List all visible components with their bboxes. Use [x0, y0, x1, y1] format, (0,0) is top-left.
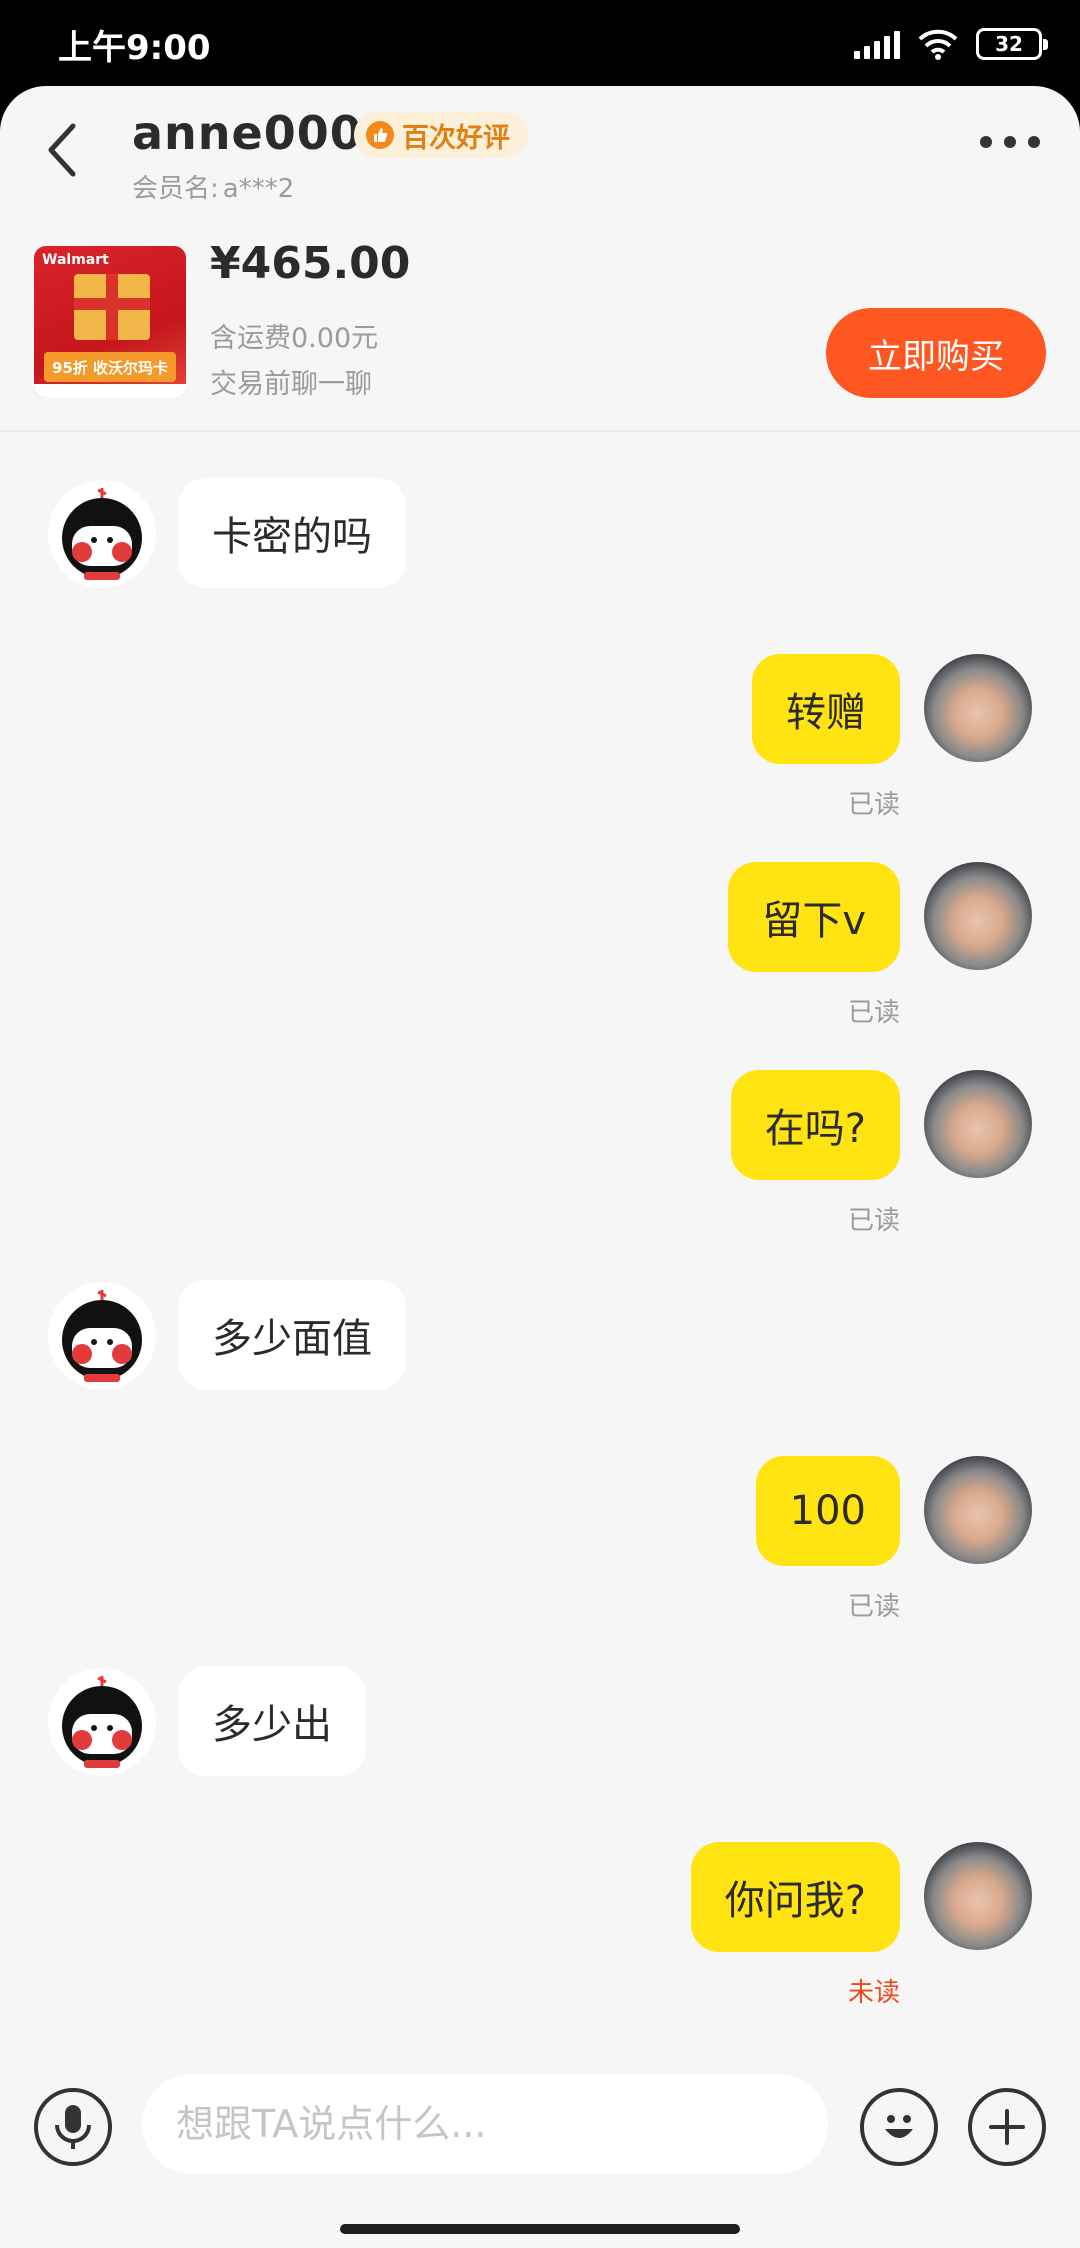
input-bar — [0, 2068, 1080, 2188]
message-list: 卡密的吗 转赠 已读 留下v 已读 在吗? 已读 多少面值 100 已读 多少出… — [0, 0, 1080, 2248]
message-bubble[interactable]: 你问我? — [690, 1842, 900, 1952]
message-bubble[interactable]: 多少出 — [178, 1666, 366, 1776]
emoji-button[interactable] — [860, 2088, 938, 2166]
home-indicator[interactable] — [340, 2224, 740, 2234]
my-avatar[interactable] — [924, 1456, 1032, 1564]
message-bubble[interactable]: 100 — [755, 1456, 900, 1566]
read-status: 已读 — [847, 998, 900, 1028]
smile-icon — [885, 2115, 913, 2138]
message-bubble[interactable]: 多少面值 — [178, 1280, 406, 1390]
read-status: 已读 — [847, 790, 900, 820]
my-avatar[interactable] — [924, 1070, 1032, 1178]
seller-avatar[interactable] — [48, 1668, 156, 1776]
read-status: 已读 — [847, 1206, 900, 1236]
microphone-icon — [55, 2105, 91, 2149]
plus-icon — [989, 2109, 1025, 2145]
seller-avatar[interactable] — [48, 1282, 156, 1390]
message-bubble[interactable]: 在吗? — [730, 1070, 900, 1180]
message-bubble[interactable]: 留下v — [728, 862, 900, 972]
message-bubble[interactable]: 转赠 — [752, 654, 900, 764]
message-bubble[interactable]: 卡密的吗 — [178, 478, 406, 588]
unread-status: 未读 — [847, 1978, 900, 2008]
voice-button[interactable] — [34, 2088, 112, 2166]
seller-avatar[interactable] — [48, 480, 156, 588]
my-avatar[interactable] — [924, 1842, 1032, 1950]
read-status: 已读 — [847, 1592, 900, 1622]
my-avatar[interactable] — [924, 654, 1032, 762]
my-avatar[interactable] — [924, 862, 1032, 970]
more-actions-button[interactable] — [968, 2088, 1046, 2166]
message-input[interactable] — [142, 2074, 828, 2174]
